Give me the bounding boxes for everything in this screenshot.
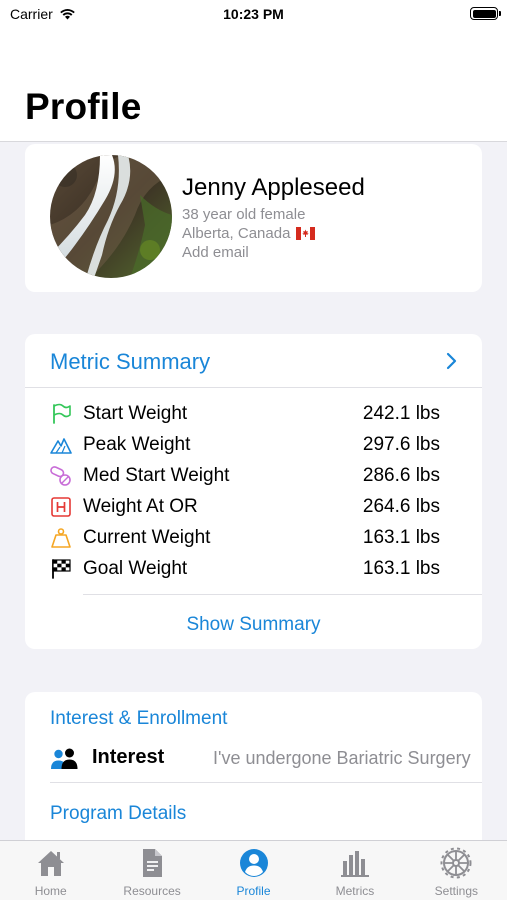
profile-card[interactable]: Jenny Appleseed 38 year old female Alber… bbox=[25, 144, 482, 292]
status-bar: Carrier 10:23 PM bbox=[0, 0, 507, 30]
tab-bar: Home Resources Profile Metrics Settings bbox=[0, 840, 507, 900]
bar-chart-icon bbox=[340, 851, 369, 877]
page-title: Profile bbox=[25, 86, 142, 127]
battery-icon bbox=[470, 7, 501, 20]
mountain-icon bbox=[50, 438, 72, 454]
interest-label: Interest bbox=[92, 746, 165, 768]
chevron-right-icon[interactable] bbox=[444, 351, 460, 371]
people-icon bbox=[51, 748, 78, 769]
interest-value: I've undergone Bariatric Surgery bbox=[213, 748, 471, 768]
profile-location: Alberta, Canada bbox=[182, 225, 316, 242]
profile-age-gender: 38 year old female bbox=[182, 206, 306, 223]
program-details-title[interactable]: Program Details bbox=[50, 803, 186, 825]
interest-row[interactable]: Interest I've undergone Bariatric Surger… bbox=[50, 744, 471, 776]
tab-label: Home bbox=[34, 884, 67, 898]
metric-summary-header[interactable]: Metric Summary bbox=[25, 334, 482, 388]
metric-row-peak-weight: Peak Weight 297.6 lbs bbox=[50, 430, 440, 461]
navigation-header: Profile bbox=[0, 30, 507, 142]
metric-value: 242.1 lbs bbox=[362, 403, 440, 424]
metric-row-current-weight: Current Weight 163.1 lbs bbox=[50, 523, 440, 554]
profile-location-label: Alberta, Canada bbox=[182, 225, 291, 242]
show-summary-button[interactable]: Show Summary bbox=[25, 614, 482, 636]
tab-home[interactable]: Home bbox=[0, 841, 101, 900]
metric-summary-title: Metric Summary bbox=[50, 349, 211, 374]
metric-label: Peak Weight bbox=[83, 434, 191, 455]
metric-label: Start Weight bbox=[83, 403, 188, 424]
metric-value: 163.1 lbs bbox=[362, 527, 440, 548]
tab-metrics[interactable]: Metrics bbox=[304, 841, 405, 900]
flag-icon bbox=[53, 403, 71, 424]
checkered-flag-icon bbox=[52, 559, 71, 579]
divider bbox=[83, 594, 482, 595]
tab-resources[interactable]: Resources bbox=[101, 841, 202, 900]
canada-flag-icon bbox=[296, 227, 316, 240]
scale-weight-icon bbox=[51, 528, 71, 548]
document-icon bbox=[143, 849, 163, 877]
metric-value: 264.6 lbs bbox=[362, 496, 440, 517]
metric-summary-card: Metric Summary Start Weight 242.1 lbs Pe… bbox=[25, 334, 482, 649]
metric-value: 163.1 lbs bbox=[362, 558, 440, 579]
metric-label: Goal Weight bbox=[83, 558, 188, 579]
interest-enrollment-card: Interest & Enrollment Interest I've unde… bbox=[25, 692, 482, 852]
metric-value: 297.6 lbs bbox=[362, 434, 440, 455]
person-circle-icon bbox=[239, 849, 268, 877]
metric-row-start-weight: Start Weight 242.1 lbs bbox=[50, 399, 440, 430]
status-time: 10:23 PM bbox=[223, 6, 284, 22]
tab-label: Profile bbox=[236, 884, 271, 898]
divider bbox=[50, 782, 482, 783]
tab-label: Resources bbox=[123, 884, 181, 898]
metric-row-goal-weight: Goal Weight 163.1 lbs bbox=[50, 554, 440, 585]
metric-row-weight-at-or: Weight At OR 264.6 lbs bbox=[50, 492, 440, 523]
profile-name: Jenny Appleseed bbox=[182, 174, 365, 201]
waterfall-photo bbox=[50, 155, 172, 278]
gear-icon bbox=[440, 847, 472, 879]
metric-row-med-start-weight: Med Start Weight 286.6 lbs bbox=[50, 461, 440, 492]
metric-label: Med Start Weight bbox=[83, 465, 230, 486]
metric-label: Weight At OR bbox=[83, 496, 198, 517]
add-email-link[interactable]: Add email bbox=[182, 244, 249, 261]
pill-icon bbox=[50, 466, 71, 486]
tab-profile[interactable]: Profile bbox=[203, 841, 304, 900]
avatar[interactable] bbox=[50, 155, 172, 278]
metric-label: Current Weight bbox=[83, 527, 211, 548]
house-icon bbox=[37, 851, 64, 876]
interest-enrollment-title: Interest & Enrollment bbox=[50, 708, 228, 729]
tab-settings[interactable]: Settings bbox=[406, 841, 507, 900]
metric-value: 286.6 lbs bbox=[362, 465, 440, 486]
tab-label: Settings bbox=[434, 884, 478, 898]
tab-label: Metrics bbox=[335, 884, 375, 898]
hospital-icon bbox=[51, 497, 71, 517]
